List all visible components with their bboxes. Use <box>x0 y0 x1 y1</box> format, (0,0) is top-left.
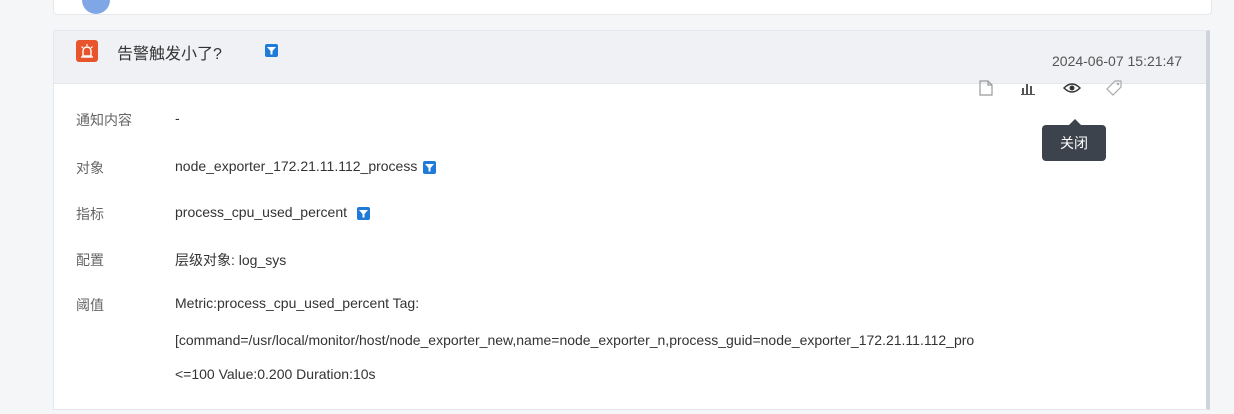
config-value: 层级对象: log_sys <box>175 252 287 268</box>
notify-value: - <box>175 110 180 126</box>
alert-title: 告警触发小了? <box>117 46 222 63</box>
bar-chart-icon[interactable] <box>1017 77 1039 99</box>
threshold-label: 阈值 <box>76 297 104 313</box>
previous-card <box>53 0 1212 15</box>
metric-value: process_cpu_used_percent <box>175 204 371 220</box>
object-value: node_exporter_172.21.11.112_process <box>175 158 437 174</box>
threshold-line-2: [command=/usr/local/monitor/host/node_ex… <box>175 332 975 348</box>
alarm-icon <box>76 40 98 62</box>
metric-text: process_cpu_used_percent <box>175 204 348 220</box>
object-label: 对象 <box>76 160 104 176</box>
eye-icon[interactable] <box>1061 77 1083 99</box>
close-tooltip: 关闭 <box>1042 119 1106 161</box>
config-label: 配置 <box>76 252 104 268</box>
object-text: node_exporter_172.21.11.112_process <box>175 158 418 174</box>
threshold-line-3: <=100 Value:0.200 Duration:10s <box>175 366 376 382</box>
filter-icon[interactable] <box>265 44 278 57</box>
filter-icon[interactable] <box>357 206 371 220</box>
filter-icon[interactable] <box>423 160 437 174</box>
alert-actions <box>975 77 1135 101</box>
metric-label: 指标 <box>76 206 104 222</box>
tag-icon[interactable] <box>1103 77 1125 99</box>
notify-label: 通知内容 <box>76 112 132 128</box>
avatar <box>82 0 110 14</box>
threshold-line-1: Metric:process_cpu_used_percent Tag: <box>175 295 420 311</box>
document-icon[interactable] <box>975 77 997 99</box>
alert-timestamp: 2024-06-07 15:21:47 <box>1052 53 1182 69</box>
